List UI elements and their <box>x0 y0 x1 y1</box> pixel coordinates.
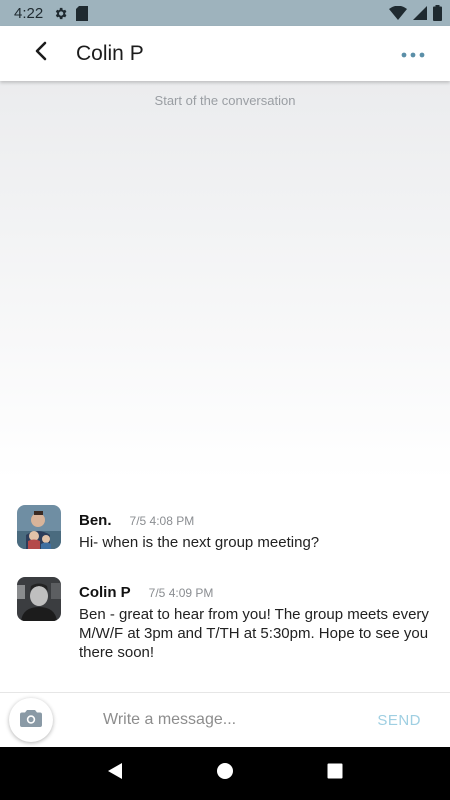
message-body: Colin P 7/5 4:09 PM Ben - great to hear … <box>79 577 440 662</box>
gear-icon <box>53 6 68 21</box>
message-item: Ben. 7/5 4:08 PM Hi- when is the next gr… <box>17 505 440 552</box>
recents-square-icon <box>327 763 343 784</box>
battery-icon <box>433 5 442 21</box>
message-item: Colin P 7/5 4:09 PM Ben - great to hear … <box>17 577 440 662</box>
message-meta: Colin P 7/5 4:09 PM <box>79 584 440 601</box>
status-right-icons <box>389 5 442 21</box>
signal-icon <box>413 6 427 20</box>
message-text: Hi- when is the next group meeting? <box>79 534 320 551</box>
sd-card-icon <box>76 5 89 21</box>
message-sender: Colin P <box>79 584 131 601</box>
message-input[interactable] <box>103 711 363 729</box>
message-composer: SEND <box>0 692 450 747</box>
avatar[interactable] <box>17 577 61 621</box>
message-body: Ben. 7/5 4:08 PM Hi- when is the next gr… <box>79 505 440 552</box>
message-text: Ben - great to hear from you! The group … <box>79 606 429 661</box>
more-horizontal-icon <box>401 45 425 63</box>
home-circle-icon <box>216 762 234 785</box>
back-button[interactable] <box>26 39 56 69</box>
conversation-title: Colin P <box>76 41 144 65</box>
nav-back-button[interactable] <box>95 754 135 794</box>
chevron-left-icon <box>34 41 48 66</box>
camera-button[interactable] <box>9 698 53 742</box>
status-bar: 4:22 <box>0 0 450 26</box>
conversation-start-label: Start of the conversation <box>154 93 296 108</box>
nav-home-button[interactable] <box>205 754 245 794</box>
system-nav-bar <box>0 747 450 800</box>
wifi-icon <box>389 6 407 20</box>
status-left-icons <box>53 5 89 21</box>
avatar[interactable] <box>17 505 61 549</box>
back-triangle-icon <box>106 762 124 785</box>
send-button[interactable]: SEND <box>377 712 421 729</box>
message-timestamp: 7/5 4:08 PM <box>129 514 195 528</box>
more-options-button[interactable] <box>398 39 428 69</box>
message-sender: Ben. <box>79 512 112 529</box>
message-timestamp: 7/5 4:09 PM <box>148 586 214 600</box>
conversation-pane[interactable]: Start of the conversation Ben. 7/5 4:08 … <box>0 81 450 692</box>
camera-icon <box>20 709 42 732</box>
app-header: Colin P <box>0 26 450 81</box>
status-time: 4:22 <box>14 4 44 22</box>
nav-recents-button[interactable] <box>315 754 355 794</box>
message-meta: Ben. 7/5 4:08 PM <box>79 512 440 529</box>
